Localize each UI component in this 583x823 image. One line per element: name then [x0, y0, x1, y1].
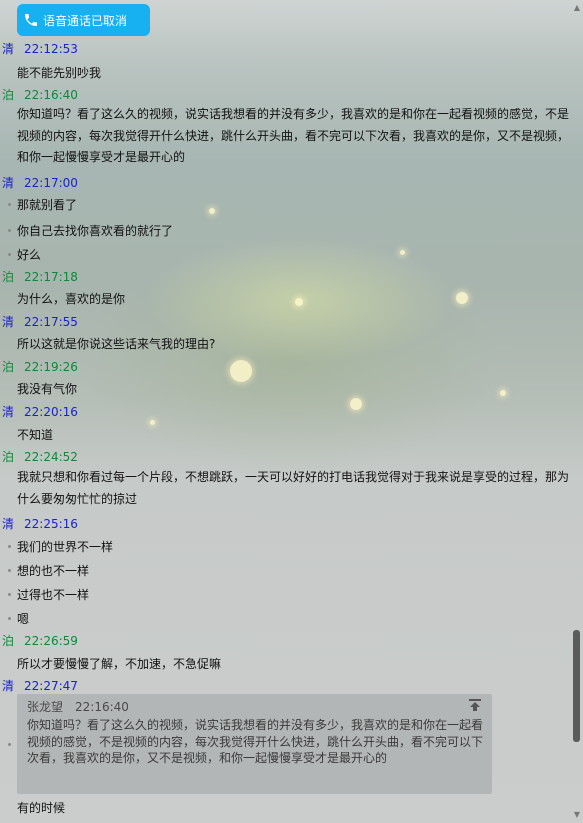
- firefly-light: [230, 360, 252, 382]
- firefly-light: [295, 298, 303, 306]
- sender-name: 清: [2, 405, 15, 419]
- message-header: 清 22:12:53: [2, 40, 78, 57]
- sender-name: 清: [2, 315, 15, 329]
- message-paragraph: 你知道吗？看了这么久的视频，说实话我想看的并没有多少，我喜欢的是和你在一起看视频…: [17, 107, 570, 164]
- message-header: 泊 22:24:52: [2, 448, 78, 465]
- message-time: 22:12:53: [24, 42, 78, 56]
- phone-icon: [25, 14, 37, 26]
- message-line: 所以才要慢慢了解，不加速，不急促嘛: [17, 657, 222, 671]
- message-time: 22:17:55: [24, 315, 78, 329]
- message-paragraph: 我就只想和你看过每一个片段，不想跳跃，一天可以好好的打电话我觉得对于我来说是享受…: [17, 470, 570, 506]
- message-header: 泊 22:17:18: [2, 268, 78, 285]
- message-dot: [8, 545, 11, 548]
- arrow-up-icon[interactable]: ▲: [573, 4, 581, 12]
- message-header: 清 22:17:55: [2, 313, 78, 330]
- message-time: 22:19:26: [24, 360, 78, 374]
- message-header: 泊 22:19:26: [2, 358, 78, 375]
- message-line: 为什么，喜欢的是你: [17, 292, 126, 306]
- quote-text: 你知道吗？看了这么久的视频，说实话我想看的并没有多少，我喜欢的是和你在一起看视频…: [27, 718, 484, 765]
- message-line: 能不能先别吵我: [17, 66, 102, 80]
- message-time: 22:17:00: [24, 176, 78, 190]
- message-dot: [8, 203, 11, 206]
- firefly-light: [209, 208, 215, 214]
- message-time: 22:16:40: [24, 88, 78, 102]
- firefly-light: [400, 250, 405, 255]
- message-line: 过得也不一样: [17, 588, 90, 602]
- quoted-message[interactable]: 张龙望 22:16:40 你知道吗？看了这么久的视频，说实话我想看的并没有多少，我…: [17, 694, 492, 794]
- message-line: 不知道: [17, 428, 54, 442]
- message-header: 清 22:20:16: [2, 403, 78, 420]
- sender-name: 清: [2, 42, 15, 56]
- sender-name: 泊: [2, 450, 15, 464]
- message-line: 所以这就是你说这些话来气我的理由?: [17, 337, 216, 351]
- message-time: 22:24:52: [24, 450, 78, 464]
- message-header: 清 22:25:16: [2, 515, 78, 532]
- message-time: 22:25:16: [24, 517, 78, 531]
- message-line: 好么: [17, 248, 42, 262]
- message-time: 22:27:47: [24, 679, 78, 693]
- scrollbar-thumb[interactable]: [573, 630, 580, 742]
- firefly-light: [350, 398, 362, 410]
- message-dot: [8, 593, 11, 596]
- sender-name: 清: [2, 679, 15, 693]
- arrow-down-icon[interactable]: ▼: [573, 811, 581, 819]
- message-time: 22:20:16: [24, 405, 78, 419]
- sender-name: 泊: [2, 88, 15, 102]
- message-dot: [8, 617, 11, 620]
- sender-name: 泊: [2, 270, 15, 284]
- message-line: 我们的世界不一样: [17, 540, 114, 554]
- message-dot: [8, 253, 11, 256]
- firefly-light: [456, 292, 468, 304]
- message-time: 22:17:18: [24, 270, 78, 284]
- message-header: 清 22:17:00: [2, 174, 78, 191]
- sender-name: 泊: [2, 360, 15, 374]
- sender-name: 清: [2, 176, 15, 190]
- message-dot: [8, 569, 11, 572]
- message-line: 我没有气你: [17, 382, 78, 396]
- quote-time: 22:16:40: [75, 700, 129, 714]
- message-header: 泊 22:16:40: [2, 86, 78, 103]
- firefly-light: [500, 390, 506, 396]
- scroll-to-top-icon[interactable]: [468, 698, 482, 712]
- call-cancelled-banner[interactable]: 语音通话已取消: [17, 4, 150, 36]
- message-time: 22:26:59: [24, 634, 78, 648]
- call-banner-text: 语音通话已取消: [43, 13, 128, 28]
- message-line: 想的也不一样: [17, 564, 90, 578]
- sender-name: 清: [2, 517, 15, 531]
- scrollbar[interactable]: ▲ ▼: [571, 0, 583, 823]
- sender-name: 泊: [2, 634, 15, 648]
- quote-header: 张龙望 22:16:40: [27, 698, 482, 715]
- message-line: 有的时候: [17, 801, 66, 815]
- message-line: 那就别看了: [17, 198, 78, 212]
- firefly-light: [150, 420, 155, 425]
- message-line: 你自己去找你喜欢看的就行了: [17, 224, 174, 238]
- message-header: 泊 22:26:59: [2, 632, 78, 649]
- message-line: 嗯: [17, 612, 30, 626]
- quote-sender: 张龙望: [27, 700, 64, 714]
- message-dot: [8, 743, 11, 746]
- message-header: 清 22:27:47: [2, 677, 78, 694]
- message-dot: [8, 229, 11, 232]
